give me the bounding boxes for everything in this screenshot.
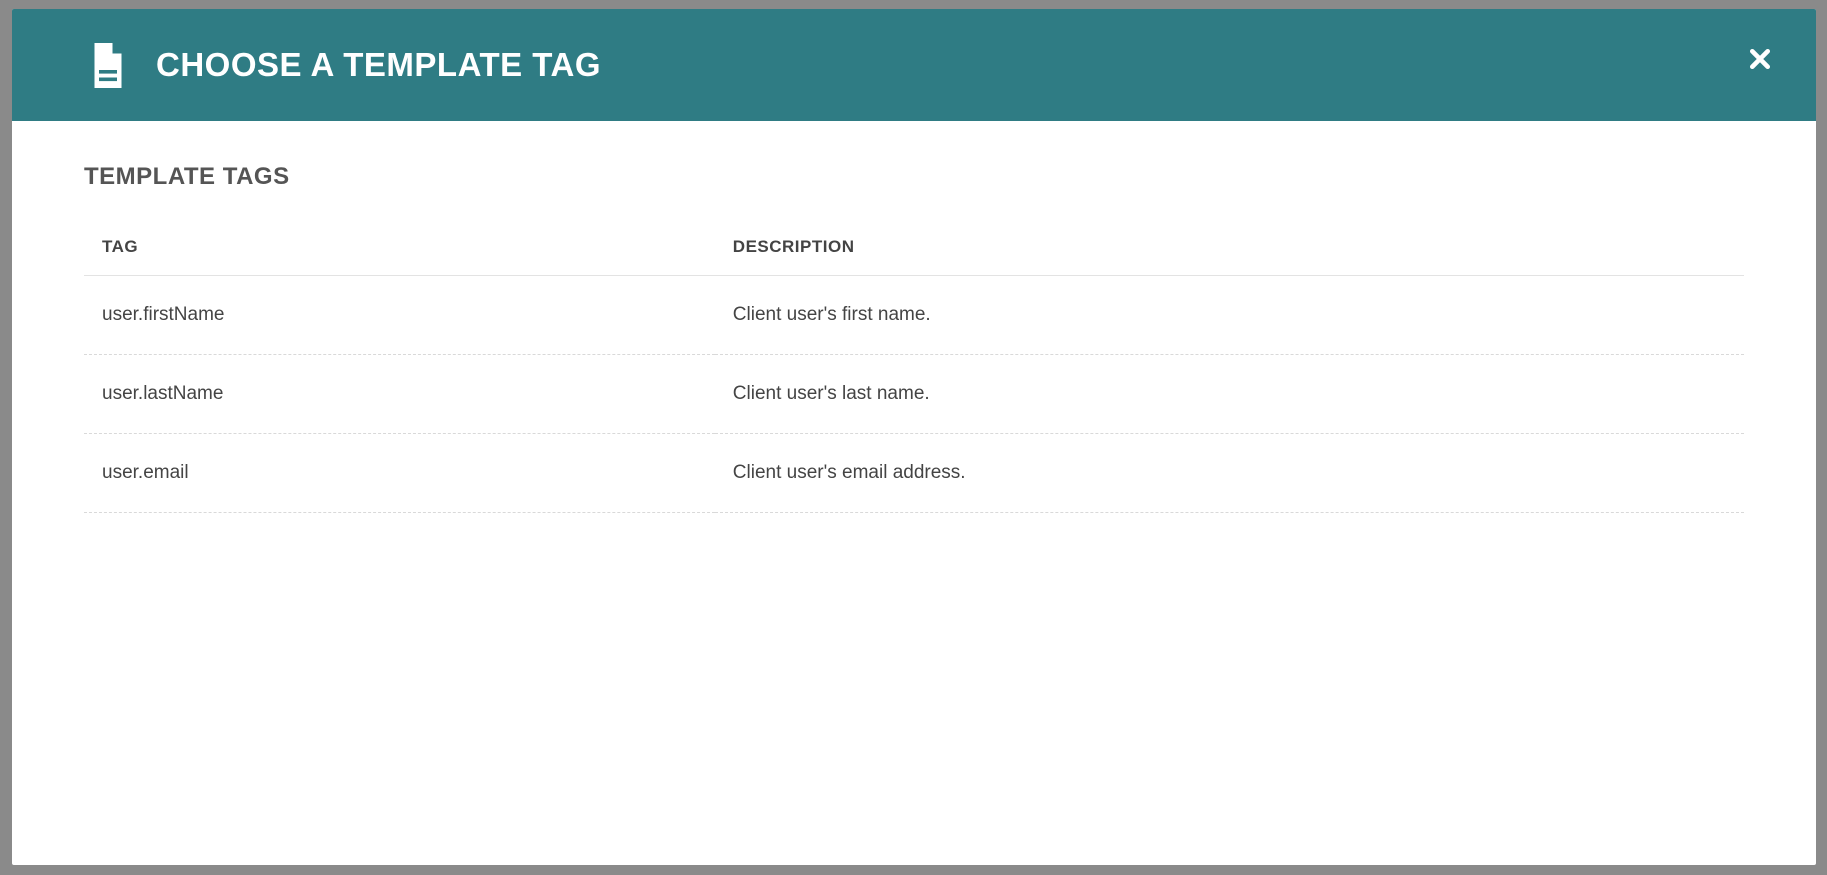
- col-tag: TAG: [84, 219, 715, 276]
- table-row[interactable]: user.firstName Client user's first name.: [84, 276, 1744, 355]
- close-icon: [1749, 48, 1771, 75]
- cell-tag: user.email: [84, 434, 715, 513]
- table-row[interactable]: user.email Client user's email address.: [84, 434, 1744, 513]
- choose-template-tag-modal: CHOOSE A TEMPLATE TAG TEMPLATE TAGS TAG …: [12, 9, 1816, 865]
- cell-description: Client user's last name.: [715, 355, 1744, 434]
- modal-header: CHOOSE A TEMPLATE TAG: [12, 9, 1816, 121]
- table-header-row: TAG DESCRIPTION: [84, 219, 1744, 276]
- modal-body: TEMPLATE TAGS TAG DESCRIPTION user.first…: [12, 121, 1816, 543]
- modal-title: CHOOSE A TEMPLATE TAG: [156, 46, 601, 84]
- cell-description: Client user's first name.: [715, 276, 1744, 355]
- cell-tag: user.firstName: [84, 276, 715, 355]
- document-icon: [90, 43, 126, 87]
- modal-backdrop: CHOOSE A TEMPLATE TAG TEMPLATE TAGS TAG …: [0, 0, 1827, 875]
- section-title: TEMPLATE TAGS: [84, 163, 1744, 191]
- table-row[interactable]: user.lastName Client user's last name.: [84, 355, 1744, 434]
- template-tags-table: TAG DESCRIPTION user.firstName Client us…: [84, 219, 1744, 513]
- cell-description: Client user's email address.: [715, 434, 1744, 513]
- close-button[interactable]: [1744, 45, 1776, 77]
- cell-tag: user.lastName: [84, 355, 715, 434]
- col-description: DESCRIPTION: [715, 219, 1744, 276]
